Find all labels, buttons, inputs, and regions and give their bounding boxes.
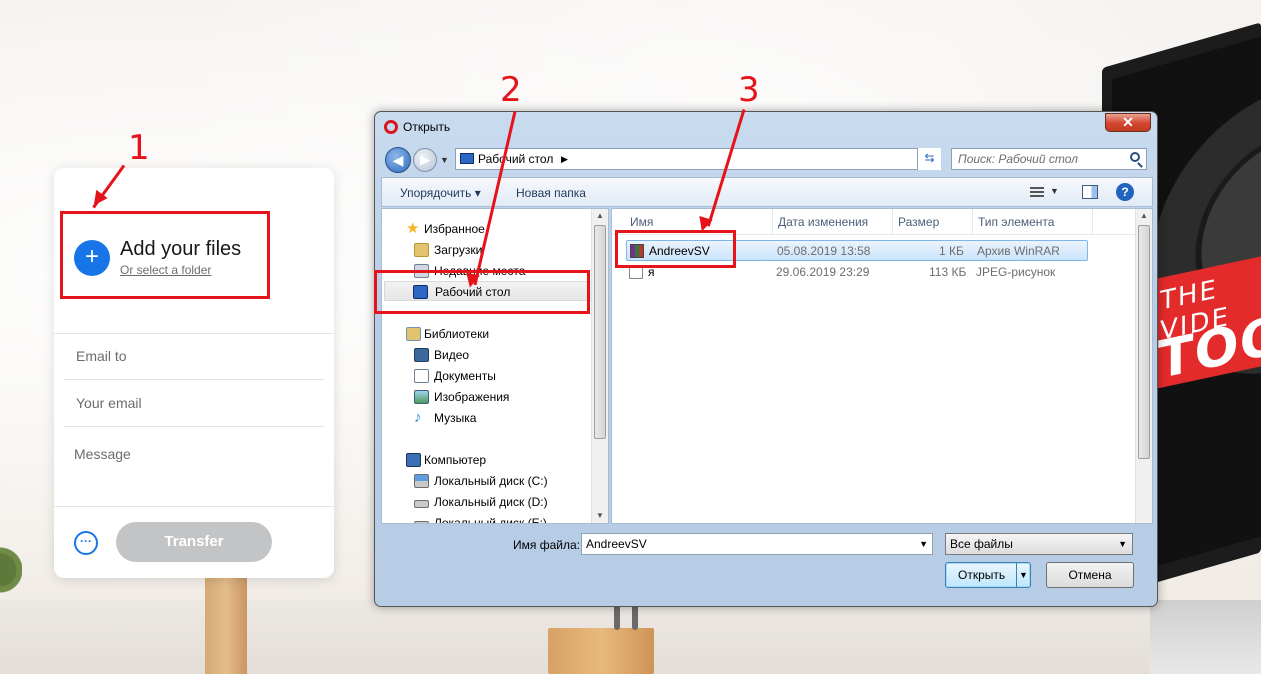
nav-item-computer[interactable]: Компьютер xyxy=(382,450,594,470)
navigation-pane: ★ Избранное Загрузки Недавние места Рабо… xyxy=(381,208,609,524)
column-name[interactable]: Имя xyxy=(630,215,653,229)
file-type: Архив WinRAR xyxy=(977,244,1060,258)
column-divider[interactable] xyxy=(772,209,773,235)
scrollbar-thumb[interactable] xyxy=(594,225,606,439)
transfer-button[interactable]: Transfer xyxy=(116,522,272,562)
file-size: 1 КБ xyxy=(939,244,964,258)
refresh-icon[interactable]: ⇆ xyxy=(917,148,941,170)
document-icon xyxy=(414,369,429,383)
disk-icon xyxy=(414,474,429,488)
more-options-icon[interactable]: ··· xyxy=(74,531,98,555)
scrollbar-thumb[interactable] xyxy=(1138,225,1150,459)
nav-item-libraries[interactable]: Библиотеки xyxy=(382,324,594,344)
back-arrow-icon[interactable]: ◀ xyxy=(385,147,411,173)
message-field[interactable]: Message xyxy=(64,428,324,504)
column-size[interactable]: Размер xyxy=(898,215,939,229)
open-label: Открыть xyxy=(958,568,1006,582)
file-type: JPEG-рисунок xyxy=(976,265,1056,279)
nav-item-documents[interactable]: Документы xyxy=(382,366,594,386)
opera-icon xyxy=(384,120,398,134)
music-icon: ♪ xyxy=(414,409,422,426)
column-divider[interactable] xyxy=(1092,209,1093,235)
column-divider[interactable] xyxy=(892,209,893,235)
nav-item-images[interactable]: Изображения xyxy=(382,387,594,407)
address-text: Рабочий стол xyxy=(478,152,554,166)
filename-input[interactable]: AndreevSV ▼ xyxy=(581,533,933,555)
star-icon: ★ xyxy=(406,220,420,237)
annotation-box-3 xyxy=(615,230,736,268)
chevron-down-icon[interactable]: ▼ xyxy=(919,534,928,554)
scroll-up-icon[interactable]: ▲ xyxy=(596,211,604,220)
annotation-number-1: 1 xyxy=(128,128,150,168)
open-button[interactable]: Открыть ▼ xyxy=(945,562,1031,588)
column-divider[interactable] xyxy=(972,209,973,235)
history-dropdown-icon[interactable]: ▼ xyxy=(440,155,449,165)
search-icon[interactable] xyxy=(1130,152,1140,162)
nav-item-video[interactable]: Видео xyxy=(382,345,594,365)
folder-icon xyxy=(414,243,429,257)
chevron-down-icon[interactable]: ▼ xyxy=(1050,186,1059,196)
email-to-field[interactable]: Email to xyxy=(64,334,324,380)
image-icon xyxy=(414,390,429,404)
filename-value: AndreevSV xyxy=(586,537,647,551)
filetype-select[interactable]: Все файлы ▼ xyxy=(945,533,1133,555)
preview-pane-icon[interactable] xyxy=(1082,185,1098,199)
annotation-number-2: 2 xyxy=(500,70,522,110)
annotation-box-2 xyxy=(374,270,590,314)
chevron-right-icon[interactable]: ▶ xyxy=(561,149,568,169)
annotation-box-1 xyxy=(60,211,270,299)
file-list-scrollbar[interactable]: ▲ xyxy=(1135,209,1152,523)
background-pencil-cup xyxy=(548,628,654,674)
file-size: 113 КБ xyxy=(929,265,967,279)
disk-icon xyxy=(414,500,429,508)
disk-icon xyxy=(414,521,429,523)
search-placeholder: Поиск: Рабочий стол xyxy=(958,152,1078,166)
scroll-up-icon[interactable]: ▲ xyxy=(1140,211,1148,220)
help-icon[interactable]: ? xyxy=(1116,183,1134,201)
new-folder-button[interactable]: Новая папка xyxy=(516,186,586,200)
nav-item-disk-d[interactable]: Локальный диск (D:) xyxy=(382,492,594,512)
filename-label: Имя файла: xyxy=(513,538,580,552)
navigation-buttons: ◀ ▶ ▼ xyxy=(385,147,449,173)
desktop-icon xyxy=(460,153,474,164)
nav-item-disk-e[interactable]: Локальный диск (E:) xyxy=(382,513,594,523)
address-bar[interactable]: Рабочий стол ▶ ▼ xyxy=(455,148,941,170)
annotation-number-3: 3 xyxy=(738,70,760,110)
nav-item-music[interactable]: ♪ Музыка xyxy=(382,408,594,428)
computer-icon xyxy=(406,453,421,467)
search-input[interactable]: Поиск: Рабочий стол xyxy=(951,148,1147,170)
column-date[interactable]: Дата изменения xyxy=(778,215,868,229)
open-file-dialog: Открыть ✕ ◀ ▶ ▼ Рабочий стол ▶ ▼ ⇆ Поиск… xyxy=(374,111,1158,607)
chevron-down-icon[interactable]: ▼ xyxy=(1118,534,1127,554)
background-monitor-stand xyxy=(1150,600,1261,674)
video-icon xyxy=(414,348,429,362)
background-plant xyxy=(0,520,22,620)
close-button[interactable]: ✕ xyxy=(1105,113,1151,132)
your-email-field[interactable]: Your email xyxy=(64,381,324,427)
filetype-value: Все файлы xyxy=(950,537,1013,551)
libraries-icon xyxy=(406,327,421,341)
chevron-down-icon[interactable]: ▼ xyxy=(1016,563,1030,587)
divider xyxy=(54,506,334,507)
nav-scrollbar[interactable]: ▲ ▼ xyxy=(591,209,608,523)
organize-menu[interactable]: Упорядочить ▾ xyxy=(400,186,481,200)
background-wood-stand xyxy=(205,578,247,674)
file-date: 05.08.2019 13:58 xyxy=(777,244,871,258)
cancel-button[interactable]: Отмена xyxy=(1046,562,1134,588)
nav-item-disk-c[interactable]: Локальный диск (C:) xyxy=(382,471,594,491)
dialog-title: Открыть xyxy=(403,120,451,134)
column-type[interactable]: Тип элемента xyxy=(978,215,1054,229)
forward-arrow-icon[interactable]: ▶ xyxy=(413,148,437,172)
nav-item-downloads[interactable]: Загрузки xyxy=(382,240,594,260)
scroll-down-icon[interactable]: ▼ xyxy=(596,511,604,520)
view-options-icon[interactable] xyxy=(1030,187,1044,197)
file-date: 29.06.2019 23:29 xyxy=(776,265,870,279)
